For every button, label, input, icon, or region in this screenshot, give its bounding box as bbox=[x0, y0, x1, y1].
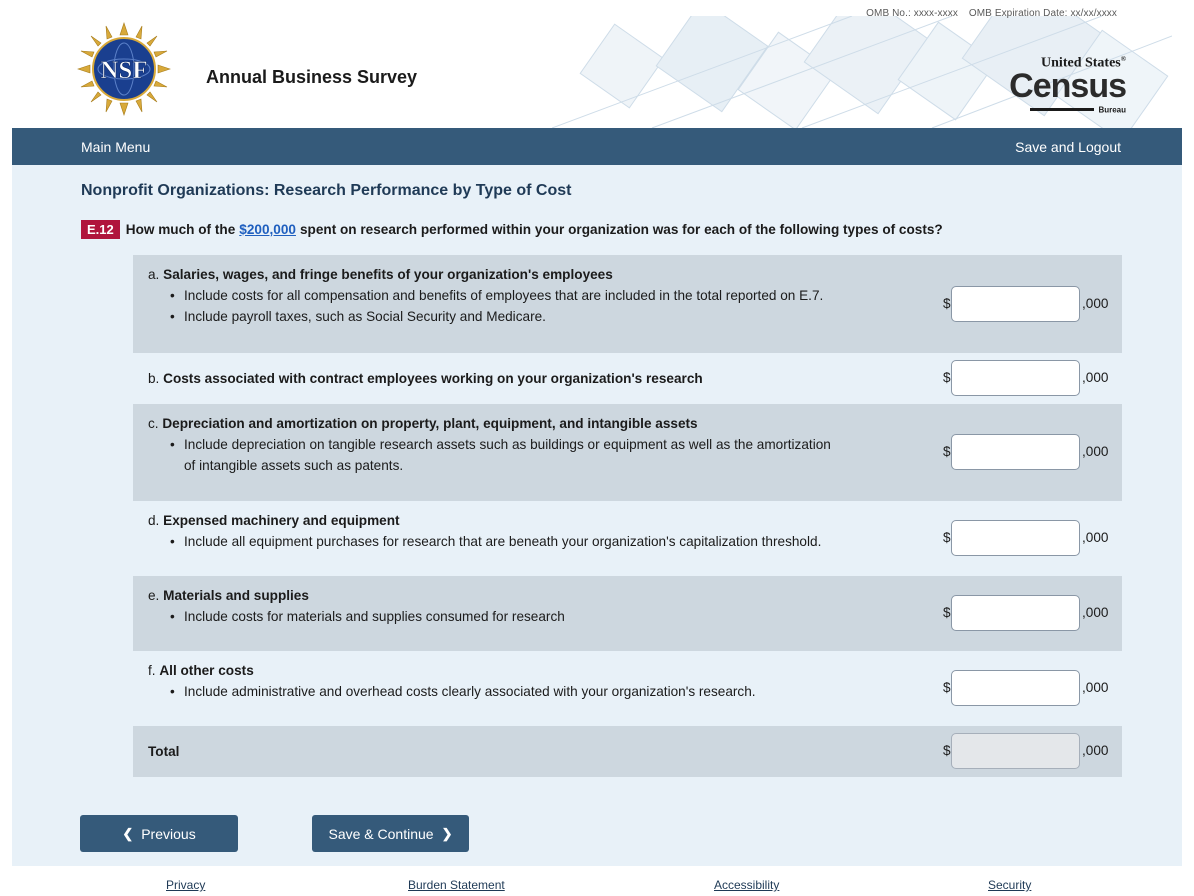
salaries-amount-input[interactable] bbox=[951, 286, 1080, 322]
row-title: Materials and supplies bbox=[163, 588, 309, 603]
footer-link-accessibility[interactable]: Accessibility bbox=[714, 878, 779, 892]
nsf-logo: NSF bbox=[77, 22, 171, 116]
census-logo-bottom: Bureau bbox=[1098, 104, 1126, 114]
row-title: Expensed machinery and equipment bbox=[163, 513, 400, 528]
cost-row-depreciation: c. Depreciation and amortization on prop… bbox=[133, 404, 1122, 501]
chevron-right-icon: ❯ bbox=[441, 825, 453, 841]
row-title: Salaries, wages, and fringe benefits of … bbox=[163, 267, 613, 282]
question-text-before: How much of the bbox=[125, 221, 236, 237]
machinery-amount-input[interactable] bbox=[951, 520, 1080, 556]
chevron-left-icon: ❮ bbox=[122, 825, 134, 841]
row-letter: c. bbox=[148, 416, 159, 431]
cost-row-materials: e. Materials and supplies Include costs … bbox=[133, 576, 1122, 651]
amount-group: $ ,000 bbox=[943, 520, 1113, 556]
thousands-suffix: ,000 bbox=[1082, 444, 1109, 459]
row-bullet: Include all equipment purchases for rese… bbox=[170, 531, 821, 552]
row-text: Total bbox=[148, 741, 179, 762]
currency-symbol: $ bbox=[943, 530, 951, 545]
save-continue-button-label: Save & Continue bbox=[328, 825, 434, 842]
row-text: c. Depreciation and amortization on prop… bbox=[148, 413, 831, 476]
cost-row-salaries: a. Salaries, wages, and fringe benefits … bbox=[133, 255, 1122, 353]
app-title: Annual Business Survey bbox=[206, 67, 418, 87]
thousands-suffix: ,000 bbox=[1082, 605, 1109, 620]
page-title: Nonprofit Organizations: Research Perfor… bbox=[81, 182, 572, 199]
row-letter: e. bbox=[148, 588, 160, 603]
amount-group: $ ,000 bbox=[943, 360, 1113, 396]
row-letter: b. bbox=[148, 371, 160, 386]
thousands-suffix: ,000 bbox=[1082, 530, 1109, 545]
row-letter: a. bbox=[148, 267, 160, 282]
thousands-suffix: ,000 bbox=[1082, 296, 1109, 311]
amount-link[interactable]: $200,000 bbox=[239, 222, 296, 237]
row-text: f. All other costs Include administrativ… bbox=[148, 660, 756, 702]
cost-row-other: f. All other costs Include administrativ… bbox=[133, 651, 1122, 726]
nsf-logo-text: NSF bbox=[100, 57, 147, 84]
total-label: Total bbox=[148, 744, 180, 759]
row-text: a. Salaries, wages, and fringe benefits … bbox=[148, 264, 823, 327]
question-text-after: spent on research performed within your … bbox=[299, 221, 943, 237]
footer-link-security[interactable]: Security bbox=[988, 878, 1031, 892]
amount-group: $ ,000 bbox=[943, 733, 1113, 769]
thousands-suffix: ,000 bbox=[1082, 680, 1109, 695]
currency-symbol: $ bbox=[943, 680, 951, 695]
save-and-logout-link[interactable]: Save and Logout bbox=[1015, 139, 1121, 155]
previous-button[interactable]: ❮ Previous bbox=[80, 815, 238, 852]
row-bullet: Include administrative and overhead cost… bbox=[170, 681, 756, 702]
row-text: d. Expensed machinery and equipment Incl… bbox=[148, 510, 821, 552]
currency-symbol: $ bbox=[943, 444, 951, 459]
omb-expiration: OMB Expiration Date: xx/xx/xxxx bbox=[968, 8, 1117, 19]
depreciation-amount-input[interactable] bbox=[951, 434, 1080, 470]
row-bullet: Include costs for materials and supplies… bbox=[170, 606, 565, 627]
row-title: Costs associated with contract employees… bbox=[163, 371, 703, 386]
site-header: OMB No.: xxxx-xxxx OMB Expiration Date: … bbox=[12, 0, 1182, 128]
save-continue-button[interactable]: Save & Continue ❯ bbox=[312, 815, 469, 852]
question-line: E.12 How much of the $200,000 spent on r… bbox=[81, 219, 943, 239]
footer-link-burden-statement[interactable]: Burden Statement bbox=[408, 878, 505, 892]
amount-group: $ ,000 bbox=[943, 670, 1113, 706]
contract-employees-amount-input[interactable] bbox=[951, 360, 1080, 396]
materials-amount-input[interactable] bbox=[951, 595, 1080, 631]
amount-group: $ ,000 bbox=[943, 286, 1113, 322]
omb-info: OMB No.: xxxx-xxxx OMB Expiration Date: … bbox=[866, 8, 1117, 19]
row-letter: f. bbox=[148, 663, 156, 678]
amount-group: $ ,000 bbox=[943, 434, 1113, 470]
currency-symbol: $ bbox=[943, 605, 951, 620]
previous-button-label: Previous bbox=[141, 825, 196, 842]
total-row: Total $ ,000 bbox=[133, 726, 1122, 777]
footer-link-privacy[interactable]: Privacy bbox=[166, 878, 205, 892]
survey-page: OMB No.: xxxx-xxxx OMB Expiration Date: … bbox=[12, 0, 1182, 896]
row-title: Depreciation and amortization on propert… bbox=[162, 416, 698, 431]
cost-row-contract-employees: b. Costs associated with contract employ… bbox=[133, 353, 1122, 404]
other-costs-amount-input[interactable] bbox=[951, 670, 1080, 706]
row-text: b. Costs associated with contract employ… bbox=[148, 368, 703, 389]
main-menu-link[interactable]: Main Menu bbox=[81, 139, 150, 155]
cost-row-machinery: d. Expensed machinery and equipment Incl… bbox=[133, 501, 1122, 576]
row-bullet: Include depreciation on tangible researc… bbox=[170, 434, 831, 455]
census-logo: United States® Census Bureau bbox=[1006, 52, 1127, 114]
currency-symbol: $ bbox=[943, 743, 951, 758]
amount-group: $ ,000 bbox=[943, 595, 1113, 631]
row-text: e. Materials and supplies Include costs … bbox=[148, 585, 565, 627]
currency-symbol: $ bbox=[943, 296, 951, 311]
thousands-suffix: ,000 bbox=[1082, 743, 1109, 758]
omb-number: OMB No.: xxxx-xxxx bbox=[866, 8, 958, 19]
total-amount-field bbox=[951, 733, 1080, 769]
row-bullet: Include payroll taxes, such as Social Se… bbox=[170, 306, 823, 327]
row-bullet-continuation: of intangible assets such as patents. bbox=[184, 458, 404, 473]
question-number-badge: E.12 bbox=[81, 219, 120, 239]
row-letter: d. bbox=[148, 513, 160, 528]
main-navbar: Main Menu Save and Logout bbox=[12, 128, 1182, 165]
row-title: All other costs bbox=[159, 663, 254, 678]
site-footer: Privacy Burden Statement Accessibility S… bbox=[12, 866, 1182, 896]
row-bullet: Include costs for all compensation and b… bbox=[170, 285, 823, 306]
thousands-suffix: ,000 bbox=[1082, 370, 1109, 385]
census-logo-main: Census bbox=[1009, 66, 1127, 105]
currency-symbol: $ bbox=[943, 370, 951, 385]
